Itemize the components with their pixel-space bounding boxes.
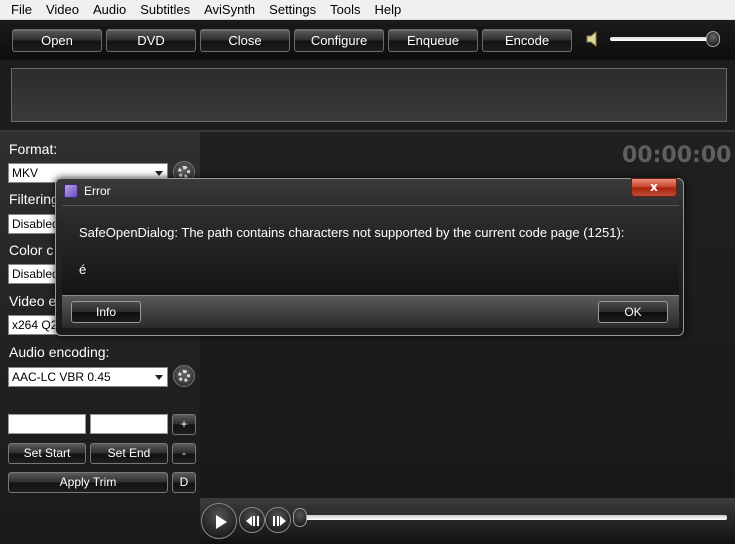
seek-bar-handle[interactable] [293, 508, 307, 527]
play-button[interactable] [201, 503, 237, 539]
menu-bar: File Video Audio Subtitles AviSynth Sett… [0, 0, 735, 20]
filtering-label: Filtering [9, 191, 59, 207]
audio-encoding-select[interactable]: AAC-LC VBR 0.45 [8, 367, 168, 387]
color-value: Disabled [12, 267, 59, 281]
remove-trim-button[interactable]: - [172, 443, 196, 464]
step-forward-icon [273, 516, 286, 526]
info-button[interactable]: Info [71, 301, 141, 323]
ok-button[interactable]: OK [598, 301, 668, 323]
step-back-icon [246, 516, 259, 526]
volume-slider-handle[interactable] [705, 31, 720, 47]
encode-button[interactable]: Encode [482, 29, 572, 52]
set-start-button[interactable]: Set Start [8, 443, 86, 464]
menu-subtitles[interactable]: Subtitles [133, 2, 197, 17]
log-area [11, 68, 727, 122]
menu-file[interactable]: File [4, 2, 39, 17]
dialog-close-button[interactable]: x [631, 178, 677, 197]
speaker-icon[interactable] [586, 31, 600, 47]
dvd-button[interactable]: DVD [106, 29, 196, 52]
chevron-down-icon [155, 375, 163, 380]
audio-encoding-label: Audio encoding: [9, 344, 110, 360]
set-end-button[interactable]: Set End [90, 443, 168, 464]
audio-settings-gear-icon[interactable] [173, 365, 195, 387]
format-label: Format: [9, 141, 58, 157]
dialog-body [62, 205, 679, 295]
add-trim-button[interactable]: + [172, 414, 196, 435]
enqueue-button[interactable]: Enqueue [388, 29, 478, 52]
chevron-down-icon [155, 171, 163, 176]
d-button[interactable]: D [172, 472, 196, 493]
video-encoding-label: Video e [9, 293, 57, 309]
volume-slider[interactable] [610, 37, 718, 41]
filtering-value: Disabled [12, 217, 59, 231]
frame-forward-button[interactable] [265, 507, 291, 533]
time-display: 00:00:00 [622, 143, 732, 168]
menu-settings[interactable]: Settings [262, 2, 323, 17]
video-encoding-value: x264 Q2 [12, 318, 58, 332]
audio-encoding-value: AAC-LC VBR 0.45 [12, 370, 111, 384]
play-icon [216, 515, 227, 529]
color-label: Color c [9, 242, 54, 258]
error-detail: é [79, 262, 87, 277]
menu-video[interactable]: Video [39, 2, 86, 17]
open-button[interactable]: Open [12, 29, 102, 52]
trim-start-input[interactable] [8, 414, 86, 434]
menu-avisynth[interactable]: AviSynth [197, 2, 262, 17]
seek-bar[interactable] [300, 515, 727, 520]
dialog-title: Error [84, 184, 111, 198]
menu-audio[interactable]: Audio [86, 2, 133, 17]
configure-button[interactable]: Configure [294, 29, 384, 52]
dialog-footer [62, 295, 679, 328]
app-icon [64, 184, 78, 198]
menu-help[interactable]: Help [368, 2, 409, 17]
format-value: MKV [12, 166, 39, 180]
frame-back-button[interactable] [239, 507, 265, 533]
error-message: SafeOpenDialog: The path contains charac… [79, 225, 625, 240]
apply-trim-button[interactable]: Apply Trim [8, 472, 168, 493]
menu-tools[interactable]: Tools [323, 2, 367, 17]
close-icon: x [650, 180, 658, 194]
trim-end-input[interactable] [90, 414, 168, 434]
close-button[interactable]: Close [200, 29, 290, 52]
